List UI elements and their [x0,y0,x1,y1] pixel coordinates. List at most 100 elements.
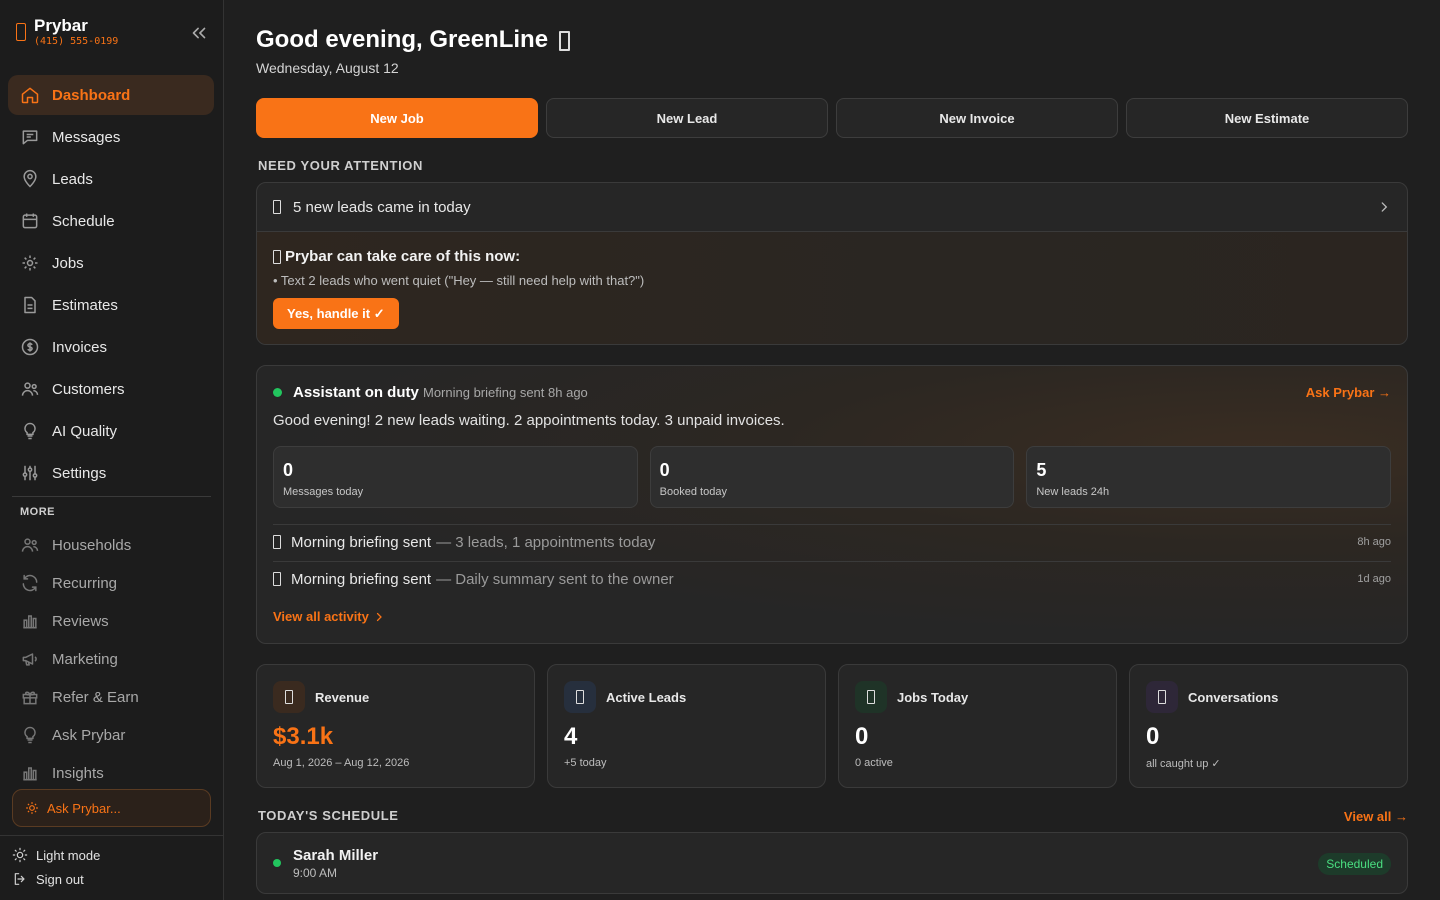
card-title: Active Leads [606,690,687,705]
suggestion-heading: Prybar can take care of this now: [273,248,520,265]
light-mode-toggle[interactable]: Light mode [12,847,100,863]
gear-icon [20,253,40,273]
sidebar-item-label: Reviews [52,612,109,630]
sidebar-item-marketing[interactable]: Marketing [8,641,214,677]
new-estimate-button[interactable]: New Estimate [1126,98,1408,138]
assistant-title: Assistant on duty [293,384,419,401]
sidebar-item-leads[interactable]: Leads [8,159,214,199]
sidebar-item-label: Estimates [52,296,118,314]
new-invoice-button[interactable]: New Invoice [836,98,1118,138]
brand-phone: (415) 555-0199 [34,36,119,47]
revenue-card[interactable]: Revenue $3.1k Aug 1, 2026 – Aug 12, 2026 [256,664,535,788]
ask-prybar-input[interactable]: Ask Prybar... [12,789,211,827]
alert-text: 5 new leads came in today [293,198,471,216]
card-note: +5 today [564,757,607,769]
view-all-schedule-link[interactable]: View all → [1344,809,1408,824]
ask-prybar-link[interactable]: Ask Prybar → [1306,385,1391,400]
kpi-cards: Revenue $3.1k Aug 1, 2026 – Aug 12, 2026… [256,664,1408,788]
sidebar-item-jobs[interactable]: Jobs [8,243,214,283]
sidebar-item-label: Refer & Earn [52,688,139,706]
dollar-icon [20,337,40,357]
home-icon [20,85,40,105]
calendar-icon [20,211,40,231]
sidebar-item-label: Settings [52,464,107,482]
brand-name: Prybar [34,16,88,35]
sidebar-item-messages[interactable]: Messages [8,117,214,157]
jobs-today-card[interactable]: Jobs Today 0 0 active [838,664,1117,788]
sign-out-button[interactable]: Sign out [12,871,84,887]
sidebar-item-label: Recurring [52,574,118,592]
sidebar-item-households[interactable]: Households [8,527,214,563]
location-pin-icon [20,169,40,189]
chevron-right-icon [1377,200,1391,214]
schedule-time: 9:00 AM [293,866,338,880]
sidebar-item-schedule[interactable]: Schedule [8,201,214,241]
card-title: Revenue [315,690,370,705]
activity-emoji-icon [273,572,281,586]
stat-label: New leads 24h [1036,486,1110,498]
card-title: Conversations [1188,690,1279,705]
card-value: 4 [564,723,578,750]
sidebar-item-ai-quality[interactable]: AI Quality [8,411,214,451]
sidebar-item-label: Invoices [52,338,108,356]
sidebar-item-label: Marketing [52,650,118,668]
sidebar-item-dashboard[interactable]: Dashboard [8,75,214,115]
more-section-label: MORE [20,506,55,518]
activity-emoji-icon [273,535,281,549]
new-leads-alert-row[interactable]: 5 new leads came in today [257,183,1407,232]
sparkle-icon [25,801,39,815]
sidebar-item-settings[interactable]: Settings [8,453,214,493]
sidebar-divider [12,496,211,497]
view-all-activity-link[interactable]: View all activity [273,609,385,624]
sidebar-item-customers[interactable]: Customers [8,369,214,409]
sun-icon [12,847,28,863]
handle-it-button[interactable]: Yes, handle it ✓ [273,298,399,329]
primary-nav: Dashboard Messages Leads Schedule Jobs E… [8,75,214,495]
stat-booked-today: 0 Booked today [649,446,1015,508]
page-title: Good evening, GreenLine [256,26,570,54]
users-icon [20,379,40,399]
assistant-subtitle: Morning briefing sent 8h ago [423,385,588,400]
sidebar-item-label: Leads [52,170,93,188]
sidebar-item-reviews[interactable]: Reviews [8,603,214,639]
new-lead-button[interactable]: New Lead [546,98,828,138]
sidebar-item-recurring[interactable]: Recurring [8,565,214,601]
suggestion-bullet: • Text 2 leads who went quiet ("Hey — st… [273,273,645,288]
assistant-card: Assistant on duty Morning briefing sent … [256,365,1408,644]
conversations-icon [1146,681,1178,713]
conversations-card[interactable]: Conversations 0 all caught up ✓ [1129,664,1408,788]
collapse-sidebar-icon[interactable] [188,22,210,44]
attention-section-title: NEED YOUR ATTENTION [258,158,424,173]
activity-row[interactable]: Morning briefing sent — Daily summary se… [273,561,1391,597]
assistant-stats: 0 Messages today 0 Booked today 5 New le… [273,446,1392,508]
brand[interactable]: Prybar (415) 555-0199 [16,16,216,52]
sidebar-item-label: AI Quality [52,422,118,440]
leads-icon [564,681,596,713]
users-icon [20,535,40,555]
assistant-message: Good evening! 2 new leads waiting. 2 app… [273,412,785,429]
refresh-icon [20,573,40,593]
sliders-icon [20,463,40,483]
sidebar-item-refer-earn[interactable]: Refer & Earn [8,679,214,715]
sidebar-item-label: Schedule [52,212,115,230]
stat-label: Booked today [659,486,727,498]
new-job-button[interactable]: New Job [256,98,538,138]
sidebar-item-invoices[interactable]: Invoices [8,327,214,367]
activity-row[interactable]: Morning briefing sent — 3 leads, 1 appoi… [273,524,1391,560]
schedule-item[interactable]: Sarah Miller 9:00 AM Scheduled [256,832,1408,894]
schedule-customer-name: Sarah Miller [293,847,379,864]
attention-card: 5 new leads came in today Prybar can tak… [256,182,1408,345]
sidebar-item-ask-prybar[interactable]: Ask Prybar [8,717,214,753]
sidebar-item-label: Customers [52,380,125,398]
revenue-icon [273,681,305,713]
lightbulb-icon [20,725,40,745]
sidebar-item-label: Ask Prybar [52,726,126,744]
card-note: all caught up ✓ [1146,758,1221,770]
activity-time: 1d ago [1357,573,1391,585]
sidebar-item-label: Insights [52,764,104,782]
main-content: Good evening, GreenLine Wednesday, Augus… [256,0,1408,900]
sidebar-item-insights[interactable]: Insights [8,755,214,791]
sidebar-item-estimates[interactable]: Estimates [8,285,214,325]
active-leads-card[interactable]: Active Leads 4 +5 today [547,664,826,788]
gift-icon [20,687,40,707]
